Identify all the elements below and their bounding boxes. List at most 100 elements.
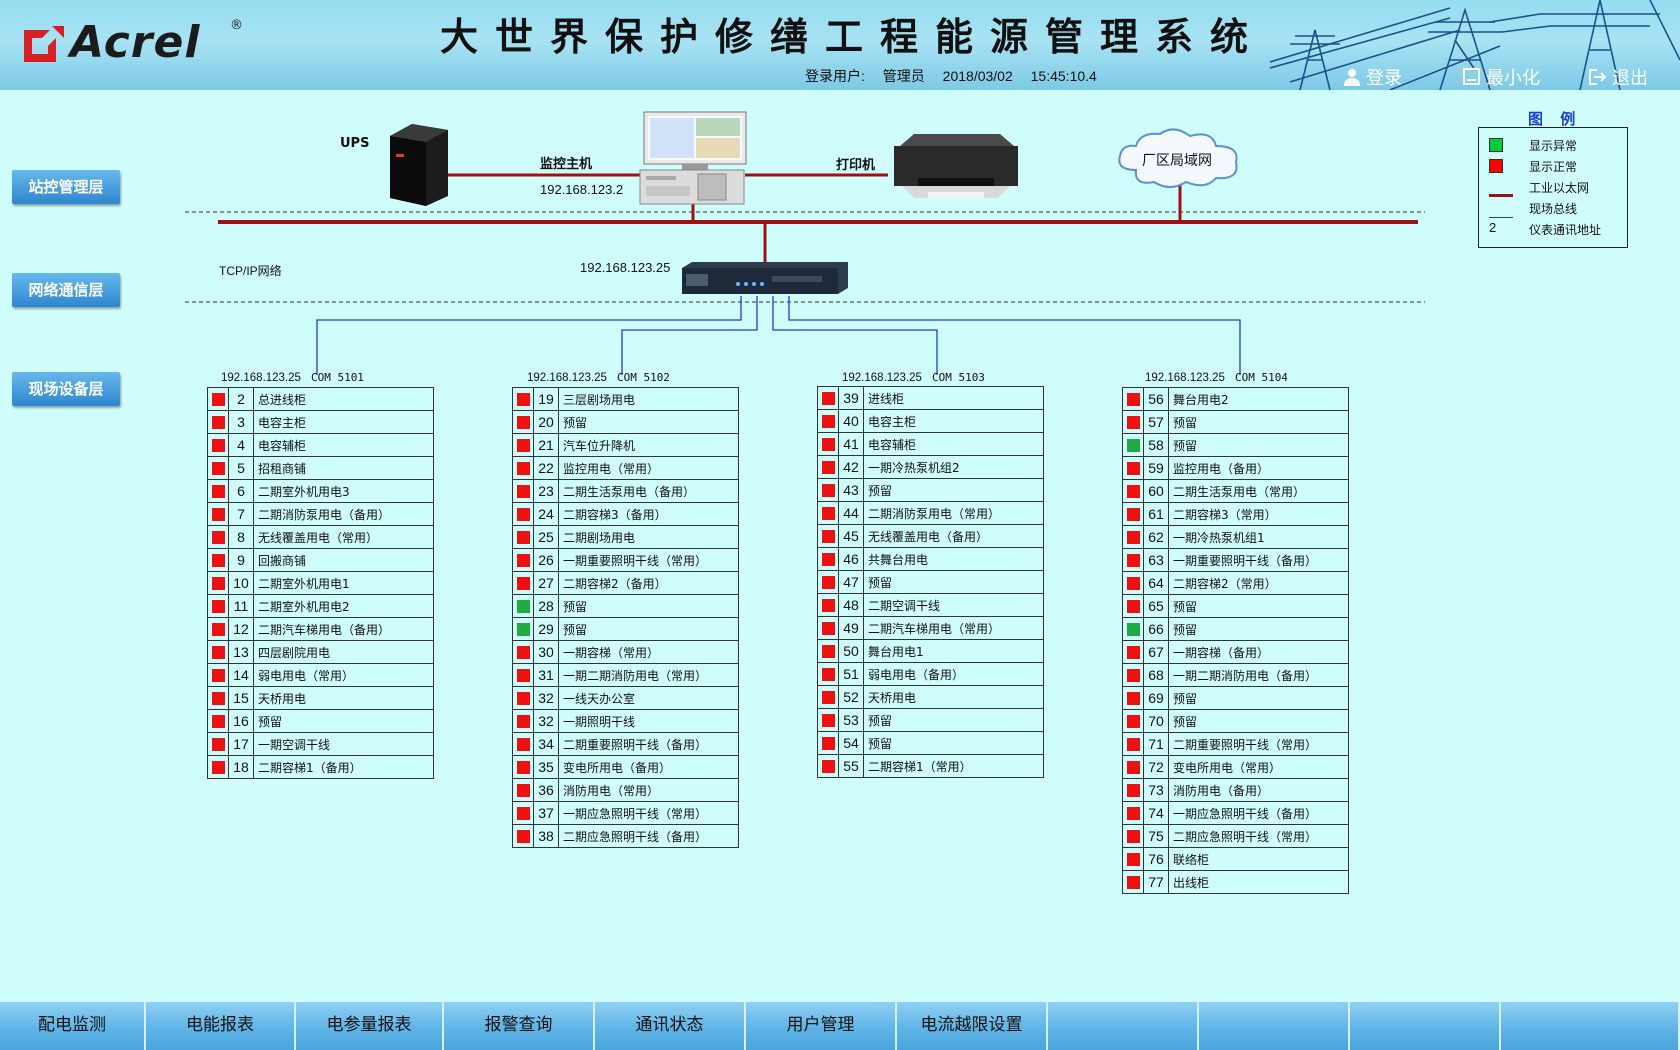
table-row[interactable]: 60 二期生活泵用电（常用）: [1122, 479, 1349, 503]
table-row[interactable]: 28 预留: [512, 594, 739, 618]
table-row[interactable]: 45 无线覆盖用电（备用）: [817, 524, 1044, 548]
table-row[interactable]: 9 回搬商铺: [207, 548, 434, 572]
table-row[interactable]: 37 一期应急照明干线（常用）: [512, 801, 739, 825]
table-row[interactable]: 54 预留: [817, 731, 1044, 755]
status-cell: [512, 663, 534, 687]
table-row[interactable]: 67 一期容梯（备用）: [1122, 640, 1349, 664]
table-row[interactable]: 19 三层剧场用电: [512, 387, 739, 411]
table-row[interactable]: 11 二期室外机用电2: [207, 594, 434, 618]
nav-item-9[interactable]: [1350, 1002, 1501, 1050]
table-row[interactable]: 22 监控用电（常用）: [512, 456, 739, 480]
nav-item-2[interactable]: 电参量报表: [296, 1002, 444, 1050]
table-row[interactable]: 5 招租商铺: [207, 456, 434, 480]
table-row[interactable]: 47 预留: [817, 570, 1044, 594]
table-row[interactable]: 75 二期应急照明干线（常用）: [1122, 824, 1349, 848]
nav-item-3[interactable]: 报警查询: [444, 1002, 595, 1050]
table-row[interactable]: 24 二期容梯3（备用）: [512, 502, 739, 526]
nav-item-8[interactable]: [1199, 1002, 1350, 1050]
table-row[interactable]: 21 汽车位升降机: [512, 433, 739, 457]
table-row[interactable]: 10 二期室外机用电1: [207, 571, 434, 595]
table-row[interactable]: 34 二期重要照明干线（备用）: [512, 732, 739, 756]
table-row[interactable]: 6 二期室外机用电3: [207, 479, 434, 503]
table-row[interactable]: 32 一期照明干线: [512, 709, 739, 733]
table-row[interactable]: 13 四层剧院用电: [207, 640, 434, 664]
table-row[interactable]: 71 二期重要照明干线（常用）: [1122, 732, 1349, 756]
table-row[interactable]: 77 出线柜: [1122, 870, 1349, 894]
table-row[interactable]: 31 一期二期消防用电（常用）: [512, 663, 739, 687]
table-row[interactable]: 43 预留: [817, 478, 1044, 502]
table-row[interactable]: 59 监控用电（备用）: [1122, 456, 1349, 480]
table-row[interactable]: 53 预留: [817, 708, 1044, 732]
table-row[interactable]: 7 二期消防泵用电（备用）: [207, 502, 434, 526]
table-row[interactable]: 70 预留: [1122, 709, 1349, 733]
table-row[interactable]: 73 消防用电（备用）: [1122, 778, 1349, 802]
table-row[interactable]: 46 共舞台用电: [817, 547, 1044, 571]
status-indicator: [821, 714, 835, 727]
table-row[interactable]: 55 二期容梯1（常用）: [817, 754, 1044, 778]
table-row[interactable]: 69 预留: [1122, 686, 1349, 710]
table-row[interactable]: 20 预留: [512, 410, 739, 434]
circuit-name: 二期生活泵用电（备用）: [558, 479, 739, 503]
status-cell: [207, 686, 229, 710]
table-row[interactable]: 15 天桥用电: [207, 686, 434, 710]
table-row[interactable]: 48 二期空调干线: [817, 593, 1044, 617]
table-row[interactable]: 38 二期应急照明干线（备用）: [512, 824, 739, 848]
table-row[interactable]: 17 一期空调干线: [207, 732, 434, 756]
table-row[interactable]: 64 二期容梯2（常用）: [1122, 571, 1349, 595]
table-row[interactable]: 30 一期容梯（常用）: [512, 640, 739, 664]
table-row[interactable]: 56 舞台用电2: [1122, 387, 1349, 411]
meter-address: 59: [1143, 456, 1169, 480]
table-row[interactable]: 25 二期剧场用电: [512, 525, 739, 549]
table-row[interactable]: 63 一期重要照明干线（备用）: [1122, 548, 1349, 572]
meter-address: 28: [533, 594, 559, 618]
table-row[interactable]: 49 二期汽车梯用电（常用）: [817, 616, 1044, 640]
table-row[interactable]: 4 电容辅柜: [207, 433, 434, 457]
nav-item-10[interactable]: [1501, 1002, 1680, 1050]
status-cell: [207, 548, 229, 572]
table-row[interactable]: 44 二期消防泵用电（常用）: [817, 501, 1044, 525]
status-indicator: [516, 830, 530, 843]
table-row[interactable]: 52 天桥用电: [817, 685, 1044, 709]
table-row[interactable]: 23 二期生活泵用电（备用）: [512, 479, 739, 503]
table-row[interactable]: 42 一期冷热泵机组2: [817, 455, 1044, 479]
table-row[interactable]: 18 二期容梯1（备用）: [207, 755, 434, 779]
fieldbus-lines: [316, 296, 1241, 375]
table-row[interactable]: 2 总进线柜: [207, 387, 434, 411]
table-row[interactable]: 16 预留: [207, 709, 434, 733]
table-row[interactable]: 36 消防用电（常用）: [512, 778, 739, 802]
table-row[interactable]: 74 一期应急照明干线（备用）: [1122, 801, 1349, 825]
table-row[interactable]: 3 电容主柜: [207, 410, 434, 434]
table-row[interactable]: 8 无线覆盖用电（常用）: [207, 525, 434, 549]
nav-item-6[interactable]: 电流越限设置: [897, 1002, 1048, 1050]
table-row[interactable]: 57 预留: [1122, 410, 1349, 434]
table-row[interactable]: 14 弱电用电（常用）: [207, 663, 434, 687]
table-row[interactable]: 40 电容主柜: [817, 409, 1044, 433]
table-row[interactable]: 66 预留: [1122, 617, 1349, 641]
table-row[interactable]: 35 变电所用电（备用）: [512, 755, 739, 779]
table-row[interactable]: 26 一期重要照明干线（常用）: [512, 548, 739, 572]
table-row[interactable]: 62 一期冷热泵机组1: [1122, 525, 1349, 549]
status-indicator: [1126, 531, 1140, 544]
table-row[interactable]: 72 变电所用电（常用）: [1122, 755, 1349, 779]
nav-item-0[interactable]: 配电监测: [0, 1002, 146, 1050]
ups-device: [390, 124, 448, 206]
table-row[interactable]: 58 预留: [1122, 433, 1349, 457]
table-row[interactable]: 51 弱电用电（备用）: [817, 662, 1044, 686]
table-row[interactable]: 65 预留: [1122, 594, 1349, 618]
nav-item-4[interactable]: 通讯状态: [595, 1002, 746, 1050]
nav-item-5[interactable]: 用户管理: [746, 1002, 897, 1050]
table-row[interactable]: 41 电容辅柜: [817, 432, 1044, 456]
circuit-name: 弱电用电（常用）: [253, 663, 434, 687]
table-row[interactable]: 76 联络柜: [1122, 847, 1349, 871]
table-row[interactable]: 61 二期容梯3（常用）: [1122, 502, 1349, 526]
table-row[interactable]: 32 一线天办公室: [512, 686, 739, 710]
nav-item-1[interactable]: 电能报表: [146, 1002, 296, 1050]
table-row[interactable]: 39 进线柜: [817, 386, 1044, 410]
table-row[interactable]: 50 舞台用电1: [817, 639, 1044, 663]
table-row[interactable]: 27 二期容梯2（备用）: [512, 571, 739, 595]
table-row[interactable]: 68 一期二期消防用电（备用）: [1122, 663, 1349, 687]
nav-item-7[interactable]: [1048, 1002, 1199, 1050]
status-cell: [817, 547, 839, 571]
table-row[interactable]: 12 二期汽车梯用电（备用）: [207, 617, 434, 641]
table-row[interactable]: 29 预留: [512, 617, 739, 641]
